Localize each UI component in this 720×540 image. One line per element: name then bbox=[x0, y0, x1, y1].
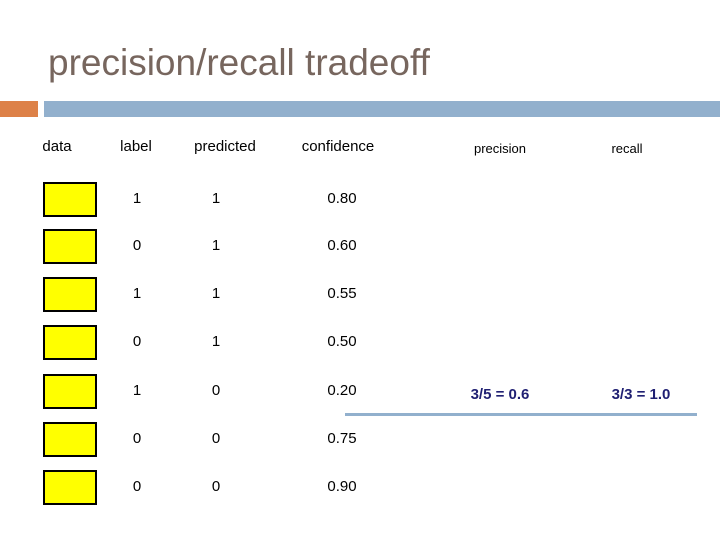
cell-label: 0 bbox=[132, 237, 142, 254]
cell-label: 1 bbox=[132, 285, 142, 302]
cell-predicted: 1 bbox=[211, 333, 221, 350]
cell-predicted: 1 bbox=[211, 190, 221, 207]
table-row: 0 1 0.60 bbox=[0, 226, 720, 266]
results-table: data label predicted confidence precisio… bbox=[0, 0, 720, 540]
cell-predicted: 0 bbox=[211, 430, 221, 447]
column-header-confidence: confidence bbox=[301, 138, 375, 155]
threshold-divider-line bbox=[345, 413, 697, 416]
column-header-predicted: predicted bbox=[194, 138, 256, 155]
column-header-data: data bbox=[42, 138, 72, 155]
cell-label: 0 bbox=[132, 430, 142, 447]
data-swatch bbox=[43, 422, 97, 457]
cell-predicted: 1 bbox=[211, 237, 221, 254]
cell-predicted: 0 bbox=[211, 478, 221, 495]
table-row: 0 0 0.75 bbox=[0, 419, 720, 459]
data-swatch bbox=[43, 182, 97, 217]
cell-confidence: 0.20 bbox=[327, 382, 357, 399]
table-row: 0 1 0.50 bbox=[0, 322, 720, 362]
data-swatch bbox=[43, 277, 97, 312]
table-row: 1 1 0.55 bbox=[0, 274, 720, 314]
cell-predicted: 1 bbox=[211, 285, 221, 302]
cell-label: 1 bbox=[132, 382, 142, 399]
column-header-precision: precision bbox=[473, 141, 527, 156]
table-row: 0 0 0.90 bbox=[0, 467, 720, 507]
recall-value-annotation: 3/3 = 1.0 bbox=[611, 386, 671, 403]
cell-confidence: 0.75 bbox=[327, 430, 357, 447]
data-swatch bbox=[43, 229, 97, 264]
cell-confidence: 0.50 bbox=[327, 333, 357, 350]
cell-label: 0 bbox=[132, 333, 142, 350]
slide: precision/recall tradeoff data label pre… bbox=[0, 0, 720, 540]
cell-confidence: 0.90 bbox=[327, 478, 357, 495]
cell-label: 1 bbox=[132, 190, 142, 207]
column-header-label: label bbox=[120, 138, 152, 155]
cell-confidence: 0.80 bbox=[327, 190, 357, 207]
data-swatch bbox=[43, 374, 97, 409]
table-row: 1 1 0.80 bbox=[0, 179, 720, 219]
cell-predicted: 0 bbox=[211, 382, 221, 399]
data-swatch bbox=[43, 325, 97, 360]
cell-confidence: 0.60 bbox=[327, 237, 357, 254]
data-swatch bbox=[43, 470, 97, 505]
cell-confidence: 0.55 bbox=[327, 285, 357, 302]
column-header-recall: recall bbox=[611, 141, 643, 156]
precision-value-annotation: 3/5 = 0.6 bbox=[470, 386, 530, 403]
cell-label: 0 bbox=[132, 478, 142, 495]
